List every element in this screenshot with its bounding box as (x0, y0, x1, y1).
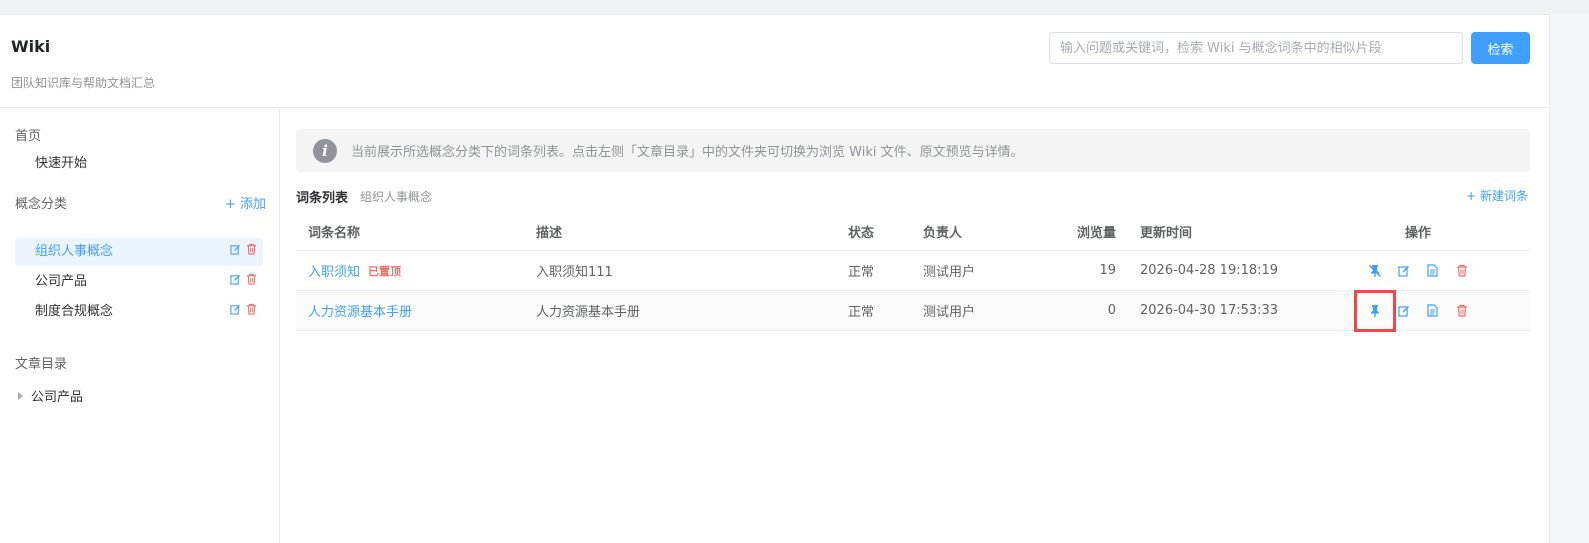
owner-cell: 测试用户 (923, 305, 976, 320)
sidebar-concept-item[interactable]: 制度合规概念 (15, 298, 263, 326)
edit-icon[interactable] (1394, 301, 1414, 321)
ops-cell (1353, 289, 1480, 332)
delete-icon[interactable] (1452, 261, 1472, 281)
page-title: Wiki (11, 37, 51, 56)
status-cell: 正常 (848, 305, 875, 320)
new-entry-button[interactable]: + 新建词条 (1466, 187, 1528, 204)
sidebar-concept-item[interactable]: 组织人事概念 (15, 238, 263, 266)
search-button[interactable]: 检索 (1471, 32, 1530, 64)
caret-right-icon[interactable] (18, 391, 23, 400)
delete-icon[interactable] (246, 298, 257, 326)
sidebar-group-home: 首页 (15, 129, 42, 144)
pin-icon[interactable] (1353, 289, 1396, 332)
sidebar-group-concepts: 概念分类 (15, 197, 68, 212)
column-header-updated[interactable]: 更新时间 (1140, 213, 1192, 250)
document-icon[interactable] (1423, 261, 1443, 281)
status-cell: 正常 (848, 265, 875, 280)
sidebar-item-quick-start[interactable]: 快速开始 (15, 150, 263, 178)
right-gutter (1551, 14, 1589, 543)
sidebar-concept-item[interactable]: 公司产品 (15, 268, 263, 296)
concept-label: 制度合规概念 (35, 304, 114, 319)
ops-cell (1356, 251, 1480, 290)
search-input[interactable] (1049, 32, 1463, 64)
views-cell: 19 (1099, 263, 1116, 278)
edit-icon[interactable] (1394, 261, 1414, 281)
pinned-badge: 已置顶 (368, 264, 402, 278)
edit-icon[interactable] (230, 298, 241, 326)
article-folder-item[interactable]: 公司产品 (18, 386, 83, 405)
delete-icon[interactable] (246, 268, 257, 296)
entry-name-link[interactable]: 入职须知 (308, 261, 360, 280)
edit-icon[interactable] (230, 268, 241, 296)
unpin-icon[interactable] (1365, 261, 1385, 281)
column-header-name[interactable]: 词条名称 (308, 213, 360, 250)
column-header-status[interactable]: 状态 (848, 213, 874, 250)
document-icon[interactable] (1423, 301, 1443, 321)
concept-label: 组织人事概念 (35, 244, 114, 259)
sidebar: 首页 快速开始 概念分类 + 添加 组织人事概念 公司产品 制度合规概念 文章目… (0, 109, 280, 543)
table-row: 入职须知 已置顶 入职须知111 正常 测试用户 19 2026-04-28 1… (296, 251, 1530, 291)
entries-table: 词条名称 描述 状态 负责人 浏览量 更新时间 操作 入职须知 已置顶 入职须知… (296, 213, 1530, 332)
column-header-owner[interactable]: 负责人 (923, 213, 962, 250)
list-category: 组织人事概念 (360, 190, 433, 204)
info-icon: i (313, 138, 337, 163)
table-header-row: 词条名称 描述 状态 负责人 浏览量 更新时间 操作 (296, 213, 1530, 251)
desc-cell: 入职须知111 (536, 265, 613, 280)
views-cell: 0 (1107, 303, 1116, 318)
column-header-ops: 操作 (1404, 226, 1431, 241)
table-row: 人力资源基本手册 人力资源基本手册 正常 测试用户 0 2026-04-30 1… (296, 289, 1530, 332)
column-header-desc[interactable]: 描述 (536, 213, 562, 250)
alert-text: 当前展示所选概念分类下的词条列表。点击左侧「文章目录」中的文件夹可切换为浏览 W… (351, 145, 1024, 160)
page-header: Wiki 团队知识库与帮助文档汇总 检索 (0, 15, 1550, 108)
name-cell: 入职须知 已置顶 (308, 251, 401, 290)
updated-cell: 2026-04-30 17:53:33 (1140, 303, 1279, 318)
add-concept-button[interactable]: + 添加 (225, 193, 266, 212)
page-subtitle: 团队知识库与帮助文档汇总 (11, 76, 156, 90)
info-alert: i 当前展示所选概念分类下的词条列表。点击左侧「文章目录」中的文件夹可切换为浏览… (296, 129, 1530, 172)
desc-cell: 人力资源基本手册 (536, 305, 641, 320)
wiki-panel: Wiki 团队知识库与帮助文档汇总 检索 首页 快速开始 概念分类 + 添加 组… (0, 14, 1550, 543)
edit-icon[interactable] (230, 238, 241, 266)
delete-icon[interactable] (246, 238, 257, 266)
top-strip (0, 0, 1589, 14)
list-header: 词条列表 组织人事概念 + 新建词条 (296, 187, 1530, 207)
column-header-views[interactable]: 浏览量 (1016, 213, 1116, 250)
delete-icon[interactable] (1452, 301, 1472, 321)
entry-name-link[interactable]: 人力资源基本手册 (308, 301, 412, 320)
owner-cell: 测试用户 (923, 265, 976, 280)
name-cell: 人力资源基本手册 (308, 291, 412, 330)
article-folder-label: 公司产品 (31, 390, 84, 405)
sidebar-group-articles: 文章目录 (15, 357, 68, 372)
updated-cell: 2026-04-28 19:18:19 (1140, 263, 1279, 278)
concept-label: 公司产品 (35, 274, 88, 289)
list-title: 词条列表 (296, 191, 349, 206)
